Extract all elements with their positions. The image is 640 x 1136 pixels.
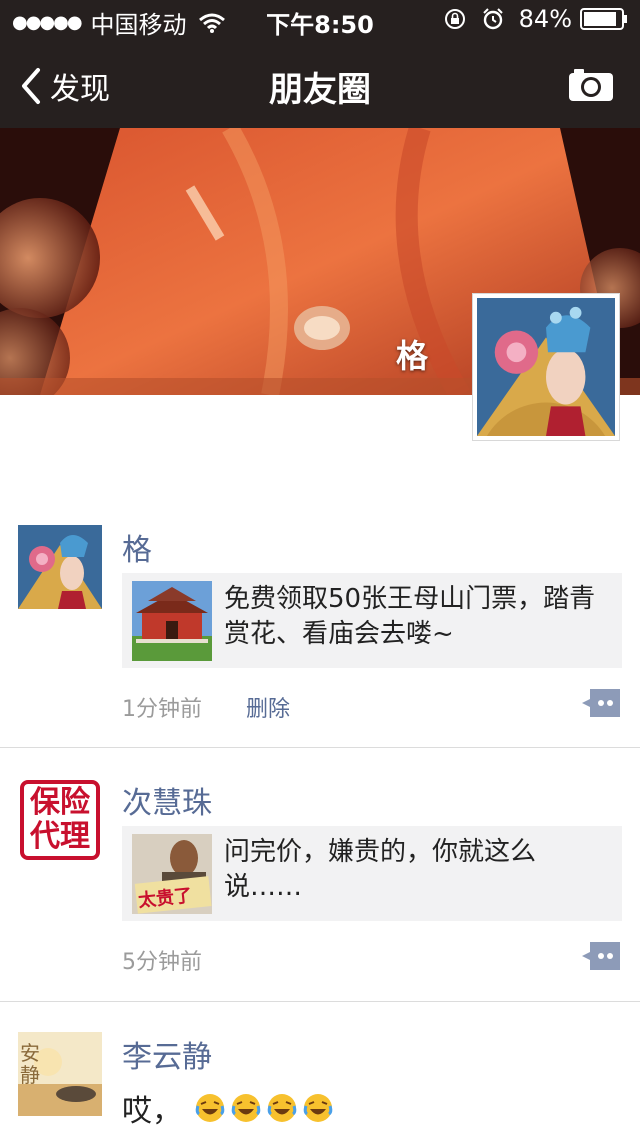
post-author-name[interactable]: 李云静 <box>122 1032 212 1076</box>
post-avatar[interactable]: 保险 代理 <box>18 778 102 862</box>
link-title: 免费领取50张王母山门票，踏青赏花、看庙会去喽~ <box>224 584 596 649</box>
post-author-name[interactable]: 次慧珠 <box>122 778 212 822</box>
post-text: 哎， <box>122 1086 338 1130</box>
shared-link-card[interactable]: 免费领取50张王母山门票，踏青赏花、看庙会去喽~ <box>122 573 622 668</box>
nav-bar: 发现 朋友圈 <box>0 40 640 128</box>
link-thumbnail: 太贵了 <box>132 834 212 914</box>
laugh-cry-icon <box>303 1094 333 1122</box>
alarm-icon <box>482 8 503 30</box>
laugh-cry-icon <box>195 1094 225 1122</box>
link-thumbnail <box>132 581 212 661</box>
moments-feed: 格 免费领取50张王母山门票，踏青赏花、看庙会去喽~ 1分钟前 删除 保险 代理… <box>0 495 640 1136</box>
camera-icon[interactable] <box>568 66 614 102</box>
battery-icon <box>580 8 627 30</box>
delete-post-link[interactable]: 删除 <box>246 691 290 723</box>
laugh-cry-icon <box>231 1094 261 1122</box>
feed-post: 保险 代理 次慧珠 太贵了 问完价，嫌贵的，你就这么说…… 5分钟前 <box>0 748 640 1002</box>
opera-avatar-image <box>477 298 615 436</box>
rotation-lock-icon <box>444 9 465 29</box>
moments-screen: ●●●●● 中国移动 下午8:50 84% 发现 朋友圈 格 格 免费领取50张… <box>0 0 640 1136</box>
status-right: 84% <box>443 5 628 33</box>
avatar-text-top: 保险 <box>30 785 90 820</box>
link-title: 问完价，嫌贵的，你就这么说…… <box>224 837 537 902</box>
status-bar: ●●●●● 中国移动 下午8:50 84% <box>0 0 640 40</box>
shared-link-card[interactable]: 太贵了 问完价，嫌贵的，你就这么说…… <box>122 826 622 921</box>
post-avatar[interactable]: 安静 <box>18 1032 102 1116</box>
post-author-name[interactable]: 格 <box>122 525 152 569</box>
post-text-content: 哎， <box>122 1094 182 1129</box>
avatar-text-bottom: 代理 <box>30 819 90 854</box>
feed-post: 安静 李云静 哎， <box>0 1002 640 1136</box>
opera-avatar-image <box>18 525 102 609</box>
temple-thumbnail-image <box>132 581 212 661</box>
post-timestamp: 5分钟前 <box>122 950 202 975</box>
top-bar: ●●●●● 中国移动 下午8:50 84% 发现 朋友圈 <box>0 0 640 128</box>
page-title: 朋友圈 <box>269 70 371 110</box>
comment-icon[interactable] <box>582 942 620 970</box>
cover-username: 格 <box>395 337 428 375</box>
laugh-cry-icon <box>267 1094 297 1122</box>
post-avatar[interactable] <box>18 525 102 609</box>
comment-icon[interactable] <box>582 689 620 717</box>
battery-percentage: 84% <box>518 5 572 33</box>
post-timestamp: 1分钟前 <box>122 697 202 722</box>
avatar-text: 安静 <box>20 1041 40 1087</box>
emoji-row <box>194 1092 338 1124</box>
profile-avatar[interactable] <box>472 293 620 441</box>
feed-post: 格 免费领取50张王母山门票，踏青赏花、看庙会去喽~ 1分钟前 删除 <box>0 495 640 748</box>
